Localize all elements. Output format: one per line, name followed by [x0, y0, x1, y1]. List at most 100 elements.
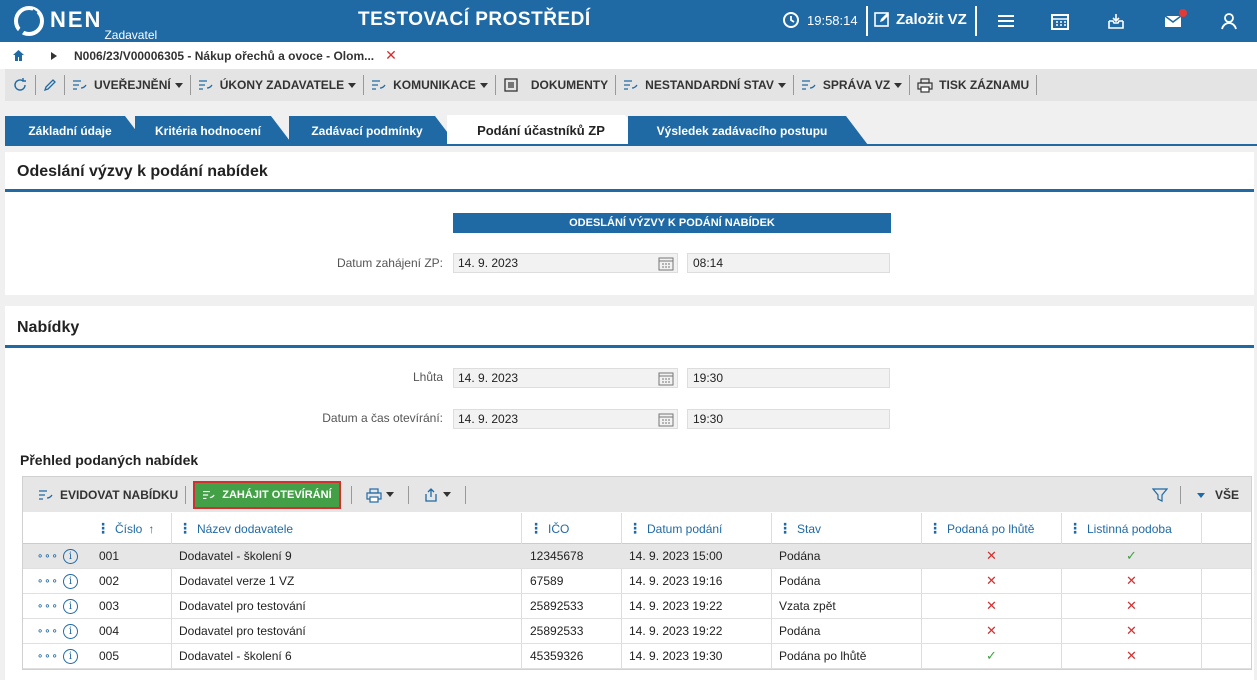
column-label: Listinná podoba [1087, 521, 1172, 536]
home-icon[interactable] [12, 49, 25, 62]
paper-cross-icon: ✕ [1126, 573, 1137, 588]
tab-tender-conditions[interactable]: Zadávací podmínky [289, 116, 457, 145]
column-header-ico[interactable]: ⋮ IČO [529, 513, 569, 544]
start-date-field[interactable]: 14. 9. 2023 [453, 253, 678, 273]
info-icon[interactable]: i [63, 623, 78, 639]
clock-icon [783, 12, 799, 28]
print-menu-button[interactable] [366, 487, 394, 503]
calendar-icon[interactable] [1050, 11, 1070, 31]
nonstandard-state-menu[interactable]: NESTANDARDNÍ STAV [616, 75, 793, 95]
paper-cross-icon: ✕ [1126, 648, 1137, 663]
cell-ico: 67589 [530, 574, 564, 588]
tab-procedure-result[interactable]: Výsledek zadávacího postupu [628, 116, 868, 145]
column-header-supplier[interactable]: ⋮ Název dodavatele [178, 513, 293, 544]
column-menu-icon[interactable]: ⋮ [178, 520, 192, 537]
print-record-label: TISK ZÁZNAMU [939, 78, 1030, 92]
row-more-icon[interactable]: ∘∘∘ [37, 544, 59, 568]
notification-dot [1179, 9, 1187, 17]
inbox-icon[interactable] [1106, 11, 1126, 31]
header-divider [975, 6, 977, 36]
opening-time-field[interactable]: 19:30 [687, 409, 890, 429]
documents-button[interactable]: DOKUMENTY [496, 75, 615, 95]
tab-evaluation-criteria[interactable]: Kritéria hodnocení [135, 116, 293, 145]
deadline-time-field[interactable]: 19:30 [687, 368, 890, 388]
tab-label: Zadávací podmínky [311, 123, 423, 138]
column-header-late[interactable]: ⋮ Podaná po lhůtě [928, 513, 1034, 544]
toolbar-divider [407, 485, 409, 504]
grid-toolbar: EVIDOVAT NABÍDKU ZAHÁJIT OTEVÍRÁNÍ VŠE [23, 477, 1251, 512]
tab-basic-info[interactable]: Základní údaje [5, 116, 147, 145]
column-menu-icon[interactable]: ⋮ [628, 520, 642, 537]
communication-menu[interactable]: KOMUNIKACE [364, 75, 495, 95]
list-arrow-icon [624, 80, 638, 90]
calendar-icon[interactable] [658, 412, 674, 427]
breadcrumb-text[interactable]: N006/23/V00006305 - Nákup ořechů a ovoce… [74, 49, 374, 63]
column-header-number[interactable]: ⋮ Číslo ↑ [96, 513, 154, 544]
cell-supplier: Dodavatel - školení 6 [179, 649, 292, 663]
close-icon[interactable]: ✕ [385, 47, 397, 64]
info-icon[interactable]: i [63, 598, 78, 614]
menu-icon[interactable] [996, 11, 1016, 31]
print-record-button[interactable]: TISK ZÁZNAMU [910, 75, 1036, 95]
refresh-button[interactable] [5, 75, 35, 95]
start-time-field[interactable]: 08:14 [687, 253, 890, 273]
calendar-icon[interactable] [658, 371, 674, 386]
export-icon [424, 487, 437, 502]
column-menu-icon[interactable]: ⋮ [96, 520, 110, 537]
edit-button[interactable] [36, 75, 64, 95]
cell-number: 004 [99, 624, 120, 638]
late-cross-icon: ✕ [986, 598, 997, 613]
publish-menu[interactable]: UVEŘEJNĚNÍ [65, 75, 190, 95]
column-menu-icon[interactable]: ⋮ [928, 520, 942, 537]
table-row[interactable]: ∘∘∘ i 001 Dodavatel - školení 9 12345678… [23, 544, 1251, 569]
row-more-icon[interactable]: ∘∘∘ [37, 644, 59, 668]
caret-down-icon [385, 492, 394, 497]
manage-vz-menu[interactable]: SPRÁVA VZ [794, 75, 909, 95]
nen-logo[interactable]: NEN Zadavatel [14, 4, 158, 42]
cell-date: 14. 9. 2023 15:00 [629, 549, 723, 563]
logo-circle-icon [14, 6, 44, 36]
table-row[interactable]: ∘∘∘ i 002 Dodavatel verze 1 VZ 67589 14.… [23, 569, 1251, 594]
caret-down-icon[interactable] [1196, 492, 1205, 498]
info-icon[interactable]: i [63, 648, 78, 664]
column-header-date[interactable]: ⋮ Datum podání [628, 513, 722, 544]
column-header-paper[interactable]: ⋮ Listinná podoba [1068, 513, 1172, 544]
column-menu-icon[interactable]: ⋮ [529, 520, 543, 537]
logo-subtitle: Zadavatel [104, 28, 158, 42]
caret-down-icon [348, 82, 357, 88]
export-menu-button[interactable] [423, 487, 451, 503]
column-header-status[interactable]: ⋮ Stav [778, 513, 821, 544]
opening-date-field[interactable]: 14. 9. 2023 [453, 409, 678, 429]
cell-number: 005 [99, 649, 120, 663]
cell-supplier: Dodavatel pro testování [179, 599, 306, 613]
record-offer-button[interactable]: EVIDOVAT NABÍDKU [38, 488, 178, 502]
calendar-icon[interactable] [658, 256, 674, 271]
create-vz-label: Založit VZ [896, 10, 967, 28]
column-label: Datum podání [647, 521, 723, 536]
table-row[interactable]: ∘∘∘ i 005 Dodavatel - školení 6 45359326… [23, 644, 1251, 669]
toolbar-divider [1036, 75, 1038, 95]
deadline-date-field[interactable]: 14. 9. 2023 [453, 368, 678, 388]
acts-menu[interactable]: ÚKONY ZADAVATELE [191, 75, 363, 95]
tab-participant-submissions[interactable]: Podání účastníků ZP [447, 115, 647, 145]
table-row[interactable]: ∘∘∘ i 003 Dodavatel pro testování 258925… [23, 594, 1251, 619]
create-vz-button[interactable]: Založit VZ [873, 10, 967, 28]
chevron-right-icon [51, 51, 57, 60]
filter-icon[interactable] [1151, 487, 1168, 503]
column-menu-icon[interactable]: ⋮ [1068, 520, 1082, 537]
info-icon[interactable]: i [63, 573, 78, 589]
info-icon[interactable]: i [63, 548, 78, 564]
printer-icon [366, 487, 382, 503]
table-row[interactable]: ∘∘∘ i 004 Dodavatel pro testování 258925… [23, 619, 1251, 644]
row-more-icon[interactable]: ∘∘∘ [37, 569, 59, 593]
start-opening-button[interactable]: ZAHÁJIT OTEVÍRÁNÍ [193, 480, 341, 509]
cell-status: Vzata zpět [779, 599, 836, 613]
communication-label: KOMUNIKACE [393, 78, 476, 92]
row-more-icon[interactable]: ∘∘∘ [37, 594, 59, 618]
row-more-icon[interactable]: ∘∘∘ [37, 619, 59, 643]
column-label: IČO [548, 521, 570, 536]
column-menu-icon[interactable]: ⋮ [778, 520, 792, 537]
view-all-label[interactable]: VŠE [1215, 488, 1239, 502]
cell-ico: 25892533 [530, 624, 584, 638]
user-icon[interactable] [1219, 11, 1239, 31]
